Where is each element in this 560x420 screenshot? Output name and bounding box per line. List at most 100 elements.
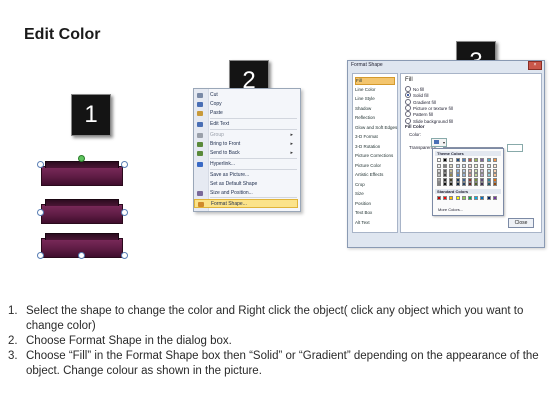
more-colors-link[interactable]: More Colors...	[438, 207, 463, 212]
color-swatch[interactable]	[455, 168, 460, 173]
color-swatch[interactable]	[449, 158, 454, 162]
resize-handle[interactable]	[121, 161, 128, 168]
fill-option[interactable]: Picture or texture fill	[405, 104, 453, 111]
color-swatch[interactable]	[437, 158, 441, 162]
resize-handle[interactable]	[78, 252, 85, 259]
color-swatch[interactable]	[437, 168, 441, 173]
color-swatch[interactable]	[474, 164, 479, 168]
color-swatch[interactable]	[437, 173, 441, 178]
color-swatch[interactable]	[486, 177, 491, 182]
color-swatch[interactable]	[461, 177, 466, 182]
color-swatch[interactable]	[468, 168, 472, 173]
color-swatch[interactable]	[468, 173, 472, 178]
color-swatch[interactable]	[461, 168, 466, 173]
color-swatch[interactable]	[455, 158, 460, 162]
color-swatch[interactable]	[486, 173, 491, 178]
dialog-nav-item[interactable]: 3-D Format	[355, 134, 395, 142]
color-swatch[interactable]	[486, 168, 491, 173]
fill-option[interactable]: Pattern fill	[405, 111, 433, 118]
transparency-spinner[interactable]	[507, 144, 523, 152]
resize-handle[interactable]	[121, 209, 128, 216]
color-swatch[interactable]	[492, 164, 497, 168]
menu-item[interactable]: Paste	[194, 109, 298, 118]
color-swatch[interactable]	[468, 158, 472, 162]
menu-item[interactable]: Set as Default Shape	[194, 180, 298, 189]
menu-item[interactable]: Send to Back ▸	[194, 149, 298, 158]
color-swatch[interactable]	[437, 196, 441, 200]
dialog-nav-item[interactable]: Glow and Soft Edges	[355, 125, 397, 133]
color-swatch[interactable]	[474, 173, 479, 178]
color-swatch[interactable]	[480, 182, 485, 187]
color-swatch[interactable]	[461, 158, 466, 162]
color-swatch[interactable]	[480, 158, 485, 162]
color-swatch[interactable]	[461, 164, 466, 168]
dialog-nav-item[interactable]: Crop	[355, 182, 395, 190]
menu-item[interactable]: Format Shape...	[194, 199, 298, 208]
dialog-nav-item[interactable]: Artistic Effects	[355, 172, 395, 180]
color-swatch[interactable]	[480, 173, 485, 178]
dialog-nav-item[interactable]: Text Box	[355, 210, 395, 218]
color-swatch[interactable]	[486, 164, 491, 168]
color-swatch[interactable]	[437, 182, 441, 187]
color-swatch[interactable]	[455, 173, 460, 178]
resize-handle[interactable]	[121, 252, 128, 259]
color-swatch[interactable]	[480, 177, 485, 182]
dialog-nav-item[interactable]: 3-D Rotation	[355, 144, 395, 152]
color-dropdown-button[interactable]: ▾	[431, 138, 447, 147]
color-swatch[interactable]	[468, 196, 472, 200]
color-swatch[interactable]	[461, 173, 466, 178]
color-swatch[interactable]	[492, 173, 497, 178]
color-swatch[interactable]	[474, 158, 479, 162]
color-swatch[interactable]	[492, 196, 497, 200]
color-swatch[interactable]	[461, 196, 466, 200]
color-swatch[interactable]	[449, 177, 454, 182]
dialog-nav-item[interactable]: Position	[355, 201, 395, 209]
color-swatch[interactable]	[492, 158, 497, 162]
dialog-nav-item[interactable]: Reflection	[355, 115, 395, 123]
menu-item[interactable]: Edit Text	[194, 120, 298, 129]
color-swatch[interactable]	[443, 173, 448, 178]
color-swatch[interactable]	[474, 196, 479, 200]
menu-item[interactable]: Bring to Front ▸	[194, 140, 298, 149]
resize-handle[interactable]	[37, 252, 44, 259]
color-swatch[interactable]	[443, 158, 448, 162]
menu-item[interactable]: Copy	[194, 100, 298, 109]
color-swatch[interactable]	[480, 168, 485, 173]
color-swatch[interactable]	[492, 168, 497, 173]
color-swatch[interactable]	[437, 177, 441, 182]
color-swatch[interactable]	[455, 182, 460, 187]
shape-layer-middle[interactable]	[41, 199, 123, 224]
dialog-nav-item[interactable]: Picture Color	[355, 163, 395, 171]
close-button[interactable]: Close	[508, 218, 534, 228]
dialog-nav-item[interactable]: Shadow	[355, 106, 395, 114]
color-swatch[interactable]	[443, 168, 448, 173]
close-icon[interactable]: ×	[528, 61, 542, 70]
menu-item[interactable]: Cut	[194, 91, 298, 100]
dialog-nav-item[interactable]: Line Style	[355, 96, 395, 104]
color-swatch[interactable]	[486, 196, 491, 200]
menu-item[interactable]: Size and Position...	[194, 189, 298, 198]
color-swatch[interactable]	[492, 177, 497, 182]
color-swatch[interactable]	[492, 182, 497, 187]
menu-item[interactable]: Save as Picture...	[194, 171, 298, 180]
color-swatch[interactable]	[455, 177, 460, 182]
color-swatch[interactable]	[449, 196, 454, 200]
color-swatch[interactable]	[443, 182, 448, 187]
resize-handle[interactable]	[37, 161, 44, 168]
menu-item[interactable]: Hyperlink...	[194, 160, 298, 169]
color-swatch[interactable]	[449, 168, 454, 173]
color-swatch[interactable]	[437, 164, 441, 168]
dialog-nav-item[interactable]: Fill	[355, 77, 395, 85]
color-swatch[interactable]	[455, 164, 460, 168]
dialog-nav-item[interactable]: Alt Text	[355, 220, 395, 228]
dialog-nav-item[interactable]: Line Color	[355, 87, 395, 95]
color-swatch[interactable]	[443, 177, 448, 182]
color-swatch[interactable]	[480, 196, 485, 200]
color-swatch[interactable]	[486, 158, 491, 162]
color-swatch[interactable]	[461, 182, 466, 187]
color-swatch[interactable]	[443, 164, 448, 168]
color-swatch[interactable]	[480, 164, 485, 168]
color-swatch[interactable]	[474, 168, 479, 173]
color-swatch[interactable]	[455, 196, 460, 200]
dialog-nav-item[interactable]: Size	[355, 191, 395, 199]
